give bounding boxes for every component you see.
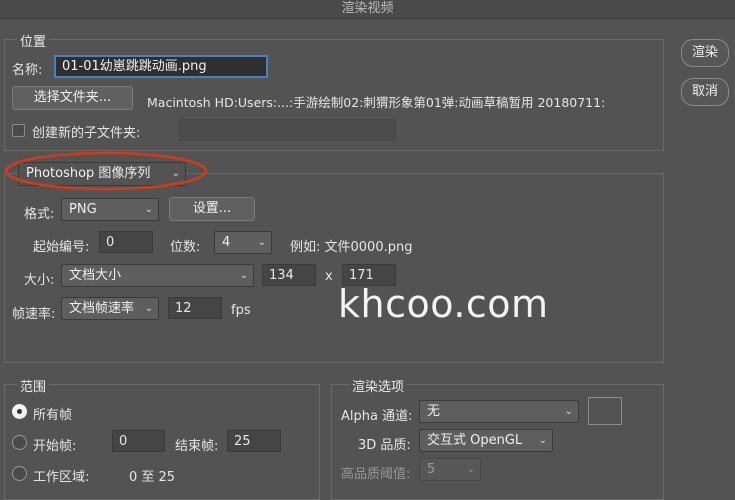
framerate-value: 文档帧速率	[69, 301, 135, 316]
start-number-label: 起始编号:	[33, 240, 90, 255]
digits-label: 位数:	[170, 240, 201, 255]
alpha-label: Alpha 通道:	[341, 409, 413, 424]
range-group-label: 范围	[17, 376, 50, 395]
all-frames-radio[interactable]	[12, 404, 27, 419]
name-field[interactable]: 01-01幼崽跳跳动画.png	[54, 55, 268, 78]
quality-3d-value: 交互式 OpenGL	[427, 433, 523, 448]
annotation-ellipse	[4, 151, 208, 191]
work-area-value: 0 至 25	[129, 470, 176, 485]
all-frames-label: 所有帧	[33, 408, 73, 423]
start-frame-field[interactable]: 0	[112, 430, 165, 452]
quality-3d-label: 3D 品质:	[358, 438, 411, 453]
chevron-down-icon: ⌄	[257, 237, 266, 248]
example-text: 例如: 文件0000.png	[290, 240, 413, 255]
start-number-field[interactable]: 0	[99, 231, 153, 253]
alpha-select[interactable]: 无 ⌄	[419, 400, 579, 423]
digits-value: 4	[222, 235, 231, 250]
render-button[interactable]: 渲染	[681, 39, 729, 67]
width-field[interactable]: 134	[262, 264, 316, 286]
settings-button[interactable]: 设置...	[169, 197, 255, 221]
size-select[interactable]: 文档大小 ⌄	[61, 264, 254, 287]
subfolder-label: 创建新的子文件夹:	[32, 126, 141, 141]
format-select[interactable]: PNG ⌄	[61, 198, 159, 221]
format-label: 格式:	[24, 207, 55, 222]
end-frame-label: 结束帧:	[175, 439, 219, 454]
digits-select[interactable]: 4 ⌄	[214, 231, 272, 254]
chevron-down-icon: ⌄	[538, 435, 547, 446]
name-label: 名称:	[12, 63, 43, 78]
work-area-label: 工作区域:	[33, 470, 90, 485]
hq-threshold-value: 5	[427, 462, 436, 477]
window-title: 渲染视频	[0, 0, 735, 19]
render-options-group-label: 渲染选项	[349, 376, 408, 395]
hq-threshold-label: 高品质阈值:	[341, 467, 411, 482]
choose-folder-button[interactable]: 选择文件夹...	[12, 86, 133, 110]
quality-3d-select[interactable]: 交互式 OpenGL ⌄	[419, 429, 553, 452]
chevron-down-icon: ⌄	[564, 406, 573, 417]
folder-path: Macintosh HD:Users:...:手游绘制02:刺猬形象第01弹:动…	[147, 95, 606, 110]
start-frame-label: 开始帧:	[33, 439, 77, 454]
size-label: 大小:	[24, 273, 55, 288]
start-frame-radio[interactable]	[12, 435, 27, 450]
fps-field[interactable]: 12	[168, 297, 222, 319]
end-frame-field[interactable]: 25	[227, 430, 281, 452]
cancel-button[interactable]: 取消	[681, 78, 729, 106]
size-separator: x	[325, 269, 333, 284]
work-area-radio[interactable]	[12, 466, 27, 481]
fps-label: fps	[231, 303, 251, 318]
subfolder-field[interactable]	[179, 119, 396, 141]
framerate-label: 帧速率:	[12, 307, 56, 322]
watermark-text: khcoo.com	[338, 282, 549, 326]
subfolder-checkbox[interactable]	[12, 124, 25, 137]
location-group-label: 位置	[17, 31, 50, 50]
hq-threshold-select[interactable]: 5 ⌄	[419, 458, 481, 481]
chevron-down-icon: ⌄	[144, 204, 153, 215]
chevron-down-icon: ⌄	[144, 303, 153, 314]
chevron-down-icon: ⌄	[466, 464, 475, 475]
alpha-value: 无	[427, 404, 441, 419]
framerate-select[interactable]: 文档帧速率 ⌄	[61, 297, 159, 320]
format-value: PNG	[69, 202, 97, 217]
chevron-down-icon: ⌄	[239, 270, 248, 281]
alpha-color-swatch[interactable]	[588, 397, 622, 425]
size-value: 文档大小	[69, 268, 122, 283]
